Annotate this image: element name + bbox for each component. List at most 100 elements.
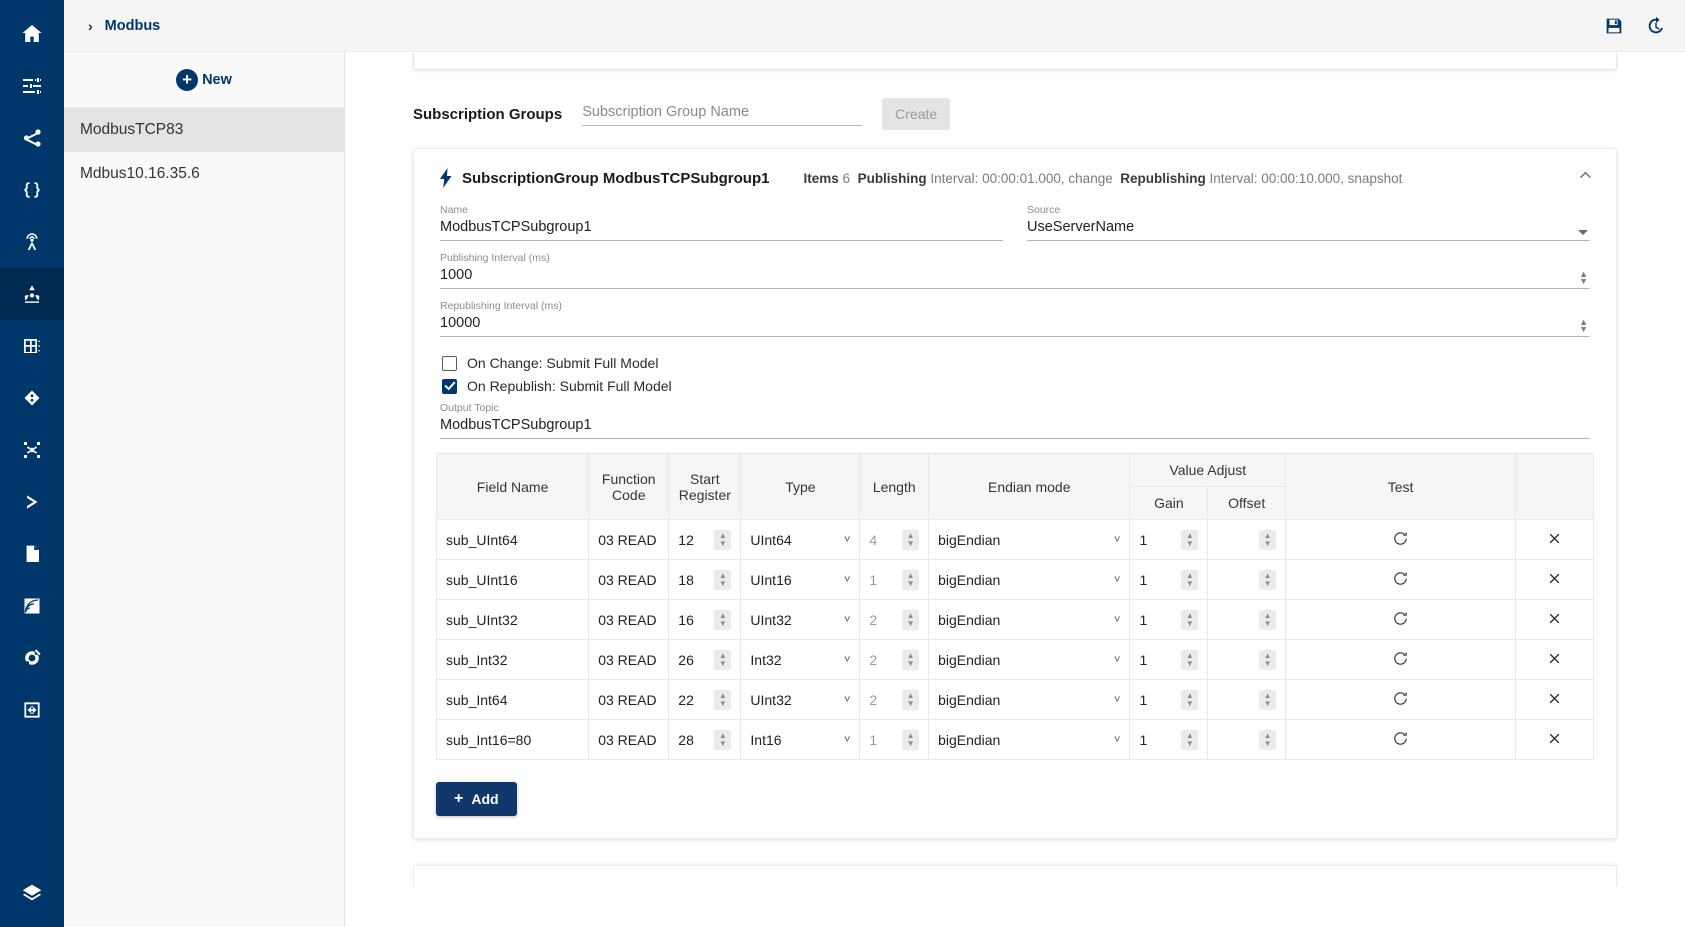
add-field-button[interactable]: + Add xyxy=(436,782,517,816)
cell-offset[interactable]: ▲ ▼ xyxy=(1207,559,1287,600)
stepper[interactable]: ▲ ▼ xyxy=(1181,729,1199,750)
chevron-down-icon[interactable]: ˅ xyxy=(844,614,850,626)
cell-start-register[interactable]: 12 ▲ ▼ xyxy=(668,519,742,560)
sidebar-item-console[interactable] xyxy=(0,476,64,528)
cell-endian-mode[interactable]: bigEndian ˅ xyxy=(928,559,1131,600)
cell-offset[interactable]: ▲ ▼ xyxy=(1207,679,1287,720)
cell-start-register[interactable]: 26 ▲ ▼ xyxy=(668,639,742,680)
cell-type[interactable]: Int16 ˅ xyxy=(740,719,861,760)
stepper[interactable]: ▲ ▼ xyxy=(1259,689,1277,710)
cell-endian-mode[interactable]: bigEndian ˅ xyxy=(928,679,1131,720)
restore-icon[interactable] xyxy=(1645,15,1667,37)
close-icon[interactable] xyxy=(1546,730,1563,747)
cell-gain[interactable]: 1 ▲ ▼ xyxy=(1129,719,1209,760)
cell-start-register[interactable]: 16 ▲ ▼ xyxy=(668,599,742,640)
cell-offset[interactable]: ▲ ▼ xyxy=(1207,599,1287,640)
cell-offset[interactable]: ▲ ▼ xyxy=(1207,719,1287,760)
close-icon[interactable] xyxy=(1546,690,1563,707)
sidebar-item-device[interactable] xyxy=(0,320,64,372)
sidebar-item-files[interactable] xyxy=(0,528,64,580)
cell-offset[interactable]: ▲ ▼ xyxy=(1207,519,1287,560)
stepper[interactable]: ▲ ▼ xyxy=(714,569,732,590)
name-input[interactable] xyxy=(440,217,1003,241)
republishing-interval-input[interactable] xyxy=(440,313,1590,337)
stepper[interactable]: ▲ ▼ xyxy=(902,689,920,710)
cell-gain[interactable]: 1 ▲ ▼ xyxy=(1129,679,1209,720)
sidebar-item-monitor[interactable] xyxy=(0,632,64,684)
stepper[interactable]: ▲ ▼ xyxy=(1181,569,1199,590)
close-icon[interactable] xyxy=(1546,650,1563,667)
stepper[interactable]: ▲ ▼ xyxy=(1259,729,1277,750)
cell-gain[interactable]: 1 ▲ ▼ xyxy=(1129,559,1209,600)
list-item-modbustcp83[interactable]: ModbusTCP83 xyxy=(64,108,344,152)
stepper[interactable]: ▲ ▼ xyxy=(1181,649,1199,670)
new-button[interactable]: + New xyxy=(64,52,344,108)
stepper[interactable]: ▲ ▼ xyxy=(714,689,732,710)
cell-length[interactable]: 1 ▲ ▼ xyxy=(859,559,930,600)
close-icon[interactable] xyxy=(1546,570,1563,587)
cell-gain[interactable]: 1 ▲ ▼ xyxy=(1129,519,1209,560)
close-icon[interactable] xyxy=(1546,610,1563,627)
stepper[interactable]: ▲ ▼ xyxy=(902,569,920,590)
cell-endian-mode[interactable]: bigEndian ˅ xyxy=(928,719,1131,760)
sidebar-item-json[interactable] xyxy=(0,164,64,216)
cell-delete[interactable] xyxy=(1515,679,1594,720)
cell-delete[interactable] xyxy=(1515,599,1594,640)
cell-test[interactable] xyxy=(1285,599,1517,640)
stepper[interactable]: ▲ ▼ xyxy=(1181,529,1199,550)
chevron-down-icon[interactable]: ˅ xyxy=(1114,654,1120,666)
publishing-interval-input[interactable] xyxy=(440,265,1590,289)
refresh-icon[interactable] xyxy=(1392,530,1409,547)
output-topic-input[interactable] xyxy=(440,415,1590,439)
cell-field-name[interactable]: sub_Int32 xyxy=(435,639,590,680)
cell-field-name[interactable]: sub_UInt32 xyxy=(435,599,590,640)
cell-function-code[interactable]: 03 READ˅ xyxy=(588,519,670,560)
cell-gain[interactable]: 1 ▲ ▼ xyxy=(1129,599,1209,640)
breadcrumb[interactable]: Modbus xyxy=(105,18,161,34)
publishing-interval-stepper[interactable]: ▲ ▼ xyxy=(1579,270,1588,286)
cell-length[interactable]: 2 ▲ ▼ xyxy=(859,639,930,680)
stepper[interactable]: ▲ ▼ xyxy=(1181,609,1199,630)
cell-type[interactable]: UInt32 ˅ xyxy=(740,679,861,720)
cell-delete[interactable] xyxy=(1515,559,1594,600)
sidebar-item-broadcast[interactable] xyxy=(0,216,64,268)
cell-test[interactable] xyxy=(1285,519,1517,560)
on-republish-checkbox[interactable] xyxy=(442,378,457,394)
on-change-checkbox[interactable] xyxy=(442,355,457,371)
cell-function-code[interactable]: 03 READ˅ xyxy=(588,719,670,760)
stepper[interactable]: ▲ ▼ xyxy=(902,609,920,630)
cell-test[interactable] xyxy=(1285,719,1517,760)
refresh-icon[interactable] xyxy=(1392,570,1409,587)
source-select[interactable] xyxy=(1027,217,1590,241)
stepper[interactable]: ▲ ▼ xyxy=(714,529,732,550)
content-scroller[interactable]: Subscription Groups Create SubscriptionG… xyxy=(345,52,1685,927)
cell-field-name[interactable]: sub_Int16=80 xyxy=(435,719,590,760)
sidebar-item-home[interactable] xyxy=(0,8,64,60)
stepper[interactable]: ▲ ▼ xyxy=(1259,569,1277,590)
cell-function-code[interactable]: 03 READ˅ xyxy=(588,679,670,720)
sidebar-item-layers[interactable] xyxy=(0,867,64,919)
stepper[interactable]: ▲ ▼ xyxy=(714,649,732,670)
cell-field-name[interactable]: sub_UInt16 xyxy=(435,559,590,600)
cell-test[interactable] xyxy=(1285,559,1517,600)
refresh-icon[interactable] xyxy=(1392,690,1409,707)
cell-field-name[interactable]: sub_Int64 xyxy=(435,679,590,720)
cell-length[interactable]: 2 ▲ ▼ xyxy=(859,679,930,720)
cell-length[interactable]: 2 ▲ ▼ xyxy=(859,599,930,640)
stepper[interactable]: ▲ ▼ xyxy=(902,729,920,750)
cell-start-register[interactable]: 28 ▲ ▼ xyxy=(668,719,742,760)
on-change-submit-full-model-row[interactable]: On Change: Submit Full Model xyxy=(442,355,1590,371)
chevron-down-icon[interactable]: ˅ xyxy=(1114,614,1120,626)
cell-endian-mode[interactable]: bigEndian ˅ xyxy=(928,599,1131,640)
refresh-icon[interactable] xyxy=(1392,730,1409,747)
cell-test[interactable] xyxy=(1285,639,1517,680)
stepper[interactable]: ▲ ▼ xyxy=(714,609,732,630)
cell-gain[interactable]: 1 ▲ ▼ xyxy=(1129,639,1209,680)
cell-type[interactable]: Int32 ˅ xyxy=(740,639,861,680)
create-button[interactable]: Create xyxy=(882,98,951,130)
sidebar-item-settings[interactable] xyxy=(0,60,64,112)
chevron-down-icon[interactable]: ˅ xyxy=(844,694,850,706)
collapse-chevron-up-icon[interactable] xyxy=(1577,167,1594,189)
chevron-down-icon[interactable]: ˅ xyxy=(844,654,850,666)
stepper[interactable]: ▲ ▼ xyxy=(902,529,920,550)
